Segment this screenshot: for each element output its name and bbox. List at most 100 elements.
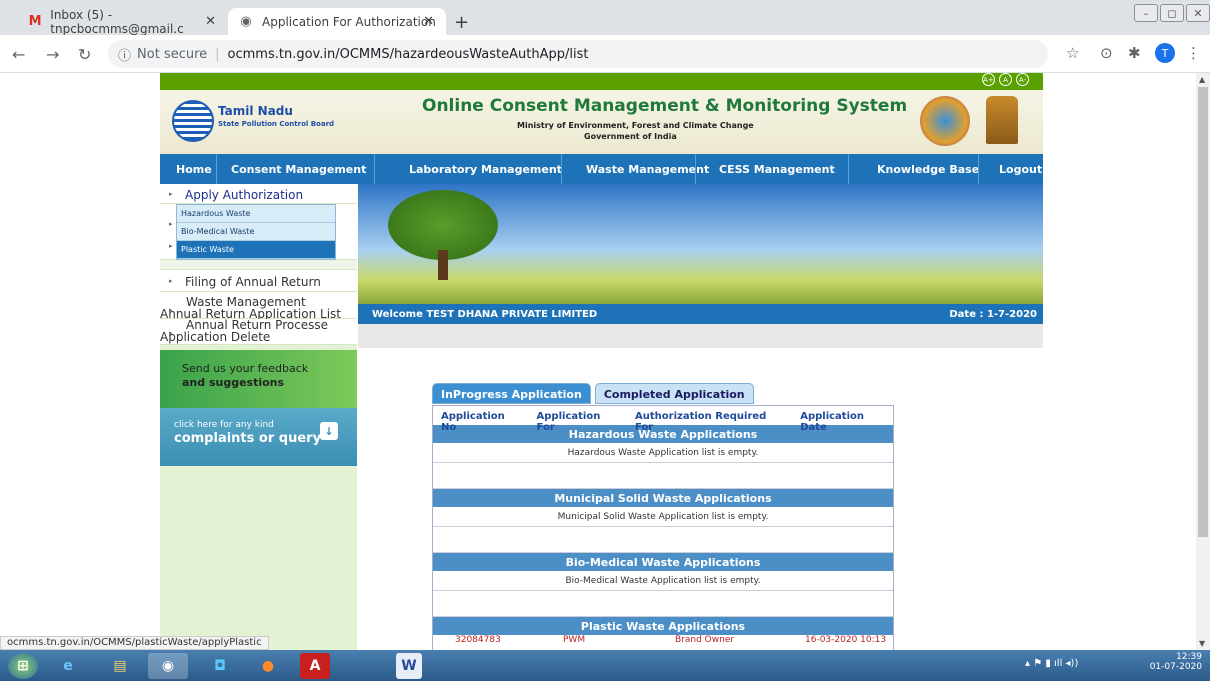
puzzle-icon[interactable]: ✱ (1128, 44, 1141, 62)
scroll-up-icon[interactable]: ▲ (1199, 75, 1205, 84)
tree-trunk (438, 250, 448, 280)
outlook-icon[interactable]: ◘ (200, 653, 240, 679)
table-header: Application No Application For Authoriza… (433, 406, 893, 433)
submenu-bio-medical-waste[interactable]: Bio-Medical Waste (177, 223, 335, 241)
section-gap (433, 591, 893, 617)
scroll-down-icon[interactable]: ▼ (1199, 639, 1205, 648)
menu-divider (978, 154, 979, 184)
section-hazardous-empty: Hazardous Waste Application list is empt… (433, 443, 893, 463)
section-gap (433, 463, 893, 489)
clock-date: 01-07-2020 (1149, 662, 1202, 672)
menu-laboratory-management[interactable]: Laboratory Management (409, 163, 562, 176)
new-tab-button[interactable]: + (454, 12, 469, 33)
sidebar-spacer (160, 260, 357, 270)
tab-gmail[interactable]: M Inbox (5) - tnpcbocmms@gmail.c ✕ (18, 8, 228, 36)
current-date: Date : 1-7-2020 (949, 308, 1037, 320)
arrow-down-icon: ↓ (320, 422, 338, 440)
section-biomedical-header: Bio-Medical Waste Applications (433, 553, 893, 571)
system-tray-icons[interactable]: ▴ ⚑ ▮ ıll ◂)) (1025, 658, 1078, 669)
sidebar-item-annual-return[interactable]: ▸ Filing of Annual Return (160, 270, 357, 292)
menu-logout[interactable]: Logout (999, 163, 1042, 176)
top-green-bar: A+ A A- (160, 73, 1043, 90)
avatar[interactable]: T (1155, 43, 1175, 63)
tab-application[interactable]: ◉ Application For Authorization ✕ (228, 8, 446, 35)
sidebar-item-apply-authorization[interactable]: ▸ Apply Authorization (160, 184, 357, 204)
font-increase-button[interactable]: A+ (982, 73, 995, 86)
section-plastic-header: Plastic Waste Applications (433, 617, 893, 635)
sidebar-item-label: Annual Return Processe Application Delet… (160, 318, 329, 344)
window-controls: – ◻ ✕ (1134, 4, 1210, 22)
minimize-icon[interactable]: – (1134, 4, 1158, 22)
main-menu: Home Consent Management Laboratory Manag… (160, 154, 1043, 184)
menu-kebab-icon[interactable]: ⋮ (1186, 44, 1201, 62)
scrollbar-thumb[interactable] (1198, 87, 1208, 537)
bullet-arrow-icon: ▸ (169, 277, 173, 285)
complaints-line2: complaints or query (174, 431, 322, 446)
clock[interactable]: 12:39 01-07-2020 (1150, 652, 1202, 672)
sidebar-item-label: Apply Authorization (185, 188, 304, 202)
section-biomedical-empty: Bio-Medical Waste Application list is em… (433, 571, 893, 591)
chrome-icon[interactable]: ◉ (148, 653, 188, 679)
page-scrollbar[interactable]: ▲ ▼ (1196, 73, 1210, 650)
windows-taskbar: ⊞ e ▤ ◉ ◘ ● A W ▴ ⚑ ▮ ıll ◂)) 12:39 01-0… (0, 650, 1210, 681)
globe-icon: ◉ (240, 14, 252, 29)
extension-icon[interactable]: ⊙ (1100, 44, 1113, 62)
tab-completed[interactable]: Completed Application (594, 383, 754, 404)
column-application-no: Application No (441, 411, 505, 433)
complaints-line1: click here for any kind (174, 420, 274, 430)
complaints-banner[interactable]: click here for any kind complaints or qu… (160, 408, 357, 466)
font-normal-button[interactable]: A (999, 73, 1012, 86)
acrobat-icon[interactable]: A (300, 653, 330, 679)
cell-date: 16-03-2020 10:13 (805, 635, 887, 645)
star-icon[interactable]: ☆ (1066, 44, 1079, 62)
font-size-controls: A+ A A- (982, 73, 1029, 86)
maximize-icon[interactable]: ◻ (1160, 4, 1184, 22)
font-decrease-button[interactable]: A- (1016, 73, 1029, 86)
feedback-banner[interactable]: Send us your feedback and suggestions (160, 350, 357, 408)
tab-inprogress[interactable]: InProgress Application (432, 383, 591, 404)
forward-icon[interactable]: → (46, 45, 59, 64)
menu-knowledge-base[interactable]: Knowledge Base (877, 163, 979, 176)
section-msw-empty: Municipal Solid Waste Application list i… (433, 507, 893, 527)
status-url: ocmms.tn.gov.in/OCMMS/plasticWaste/apply… (0, 636, 269, 650)
menu-divider (695, 154, 696, 184)
sidebar-item-label: Waste Management Annual Return Applicati… (160, 295, 342, 321)
url-divider: | (215, 46, 220, 62)
clock-time: 12:39 (1176, 652, 1202, 662)
internet-explorer-icon[interactable]: e (48, 653, 88, 679)
ministry-label: Ministry of Environment, Forest and Clim… (517, 121, 754, 130)
menu-waste-management[interactable]: Waste Management (586, 163, 709, 176)
close-tab-icon[interactable]: ✕ (423, 14, 434, 29)
word-icon[interactable]: W (396, 653, 422, 679)
bullet-arrow-icon: ▸ (169, 329, 173, 337)
start-button[interactable]: ⊞ (8, 653, 38, 679)
info-icon[interactable]: ⓘ (118, 45, 131, 64)
welcome-text: Welcome TEST DHANA PRIVATE LIMITED (372, 308, 598, 320)
menu-consent-management[interactable]: Consent Management (231, 163, 366, 176)
address-toolbar: ← → ↻ ⓘ Not secure | ocmms.tn.gov.in/OCM… (0, 35, 1210, 73)
national-emblem (986, 96, 1018, 144)
menu-divider (848, 154, 849, 184)
menu-home[interactable]: Home (176, 163, 212, 176)
sidebar-item-annual-return-list[interactable]: ▸ Waste Management Annual Return Applica… (160, 292, 357, 321)
site-container: A+ A A- Tamil Nadu State Pollution Contr… (160, 73, 1043, 650)
close-tab-icon[interactable]: ✕ (205, 14, 216, 29)
url-bar[interactable]: ⓘ Not secure | ocmms.tn.gov.in/OCMMS/haz… (108, 40, 1048, 68)
submenu-plastic-waste[interactable]: Plastic Waste (177, 241, 335, 259)
file-explorer-icon[interactable]: ▤ (100, 653, 140, 679)
table-row[interactable]: 32084783 PWM Brand Owner 16-03-2020 10:1… (433, 635, 893, 649)
ministry-emblem (920, 96, 970, 146)
close-window-icon[interactable]: ✕ (1186, 4, 1210, 22)
menu-cess-management[interactable]: CESS Management (719, 163, 835, 176)
government-label: Government of India (584, 132, 677, 141)
reload-icon[interactable]: ↻ (78, 45, 91, 64)
apply-authorization-submenu: Hazardous Waste Bio-Medical Waste Plasti… (176, 204, 336, 260)
grey-strip (358, 324, 1043, 348)
sidebar-item-application-delete[interactable]: ▸ Annual Return Processe Application Del… (160, 319, 357, 345)
column-application-for: Application For (536, 411, 601, 433)
site-header: Tamil Nadu State Pollution Control Board… (160, 90, 1043, 154)
submenu-hazardous-waste[interactable]: Hazardous Waste (177, 205, 335, 223)
feedback-line1: Send us your feedback (182, 362, 309, 375)
back-icon[interactable]: ← (12, 45, 25, 64)
firefox-icon[interactable]: ● (248, 653, 288, 679)
